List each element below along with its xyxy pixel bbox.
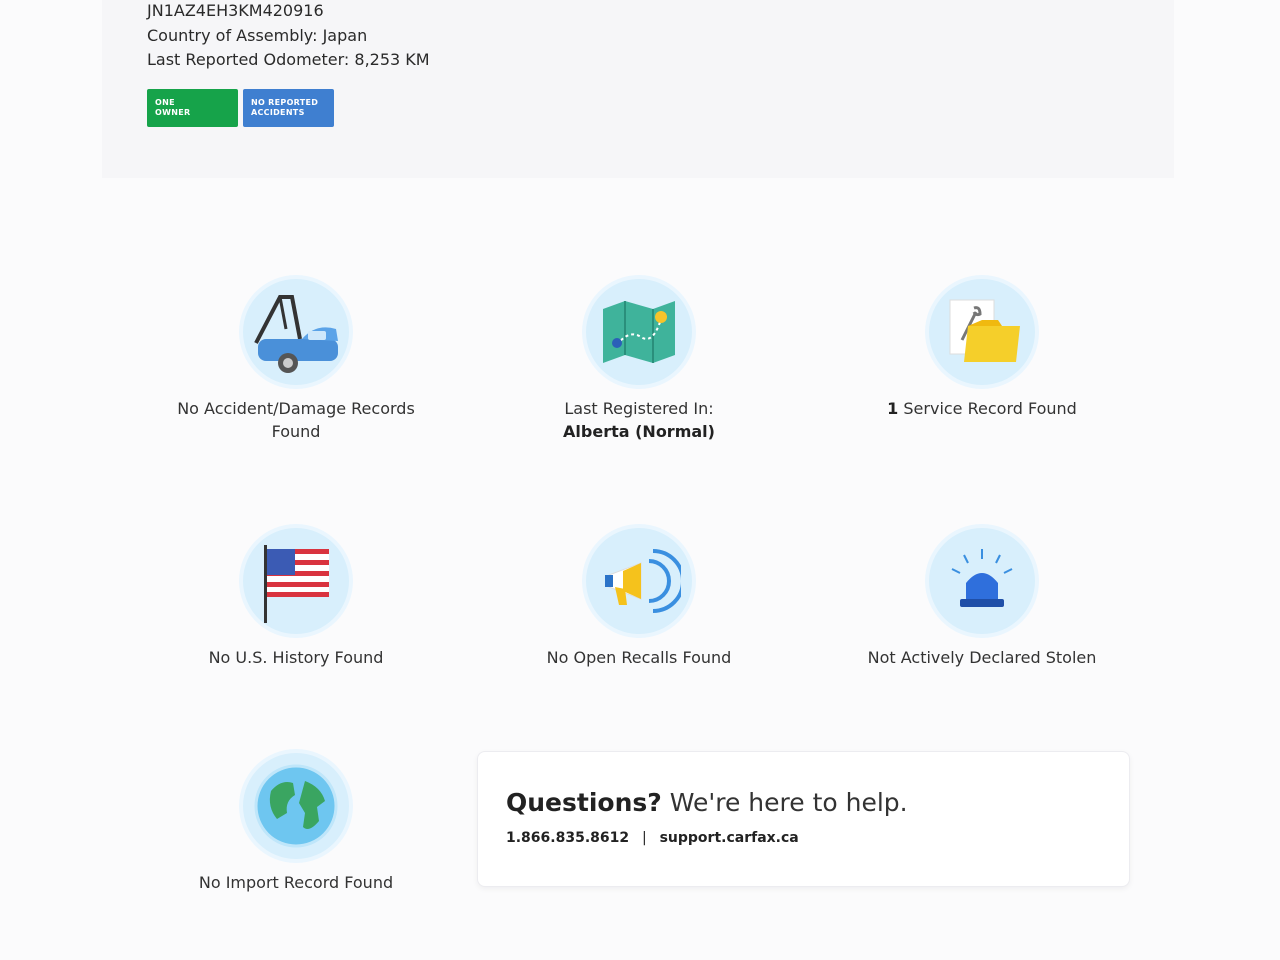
no-reported-accidents-badge[interactable]: NO REPORTED ACCIDENTS [243,89,334,127]
globe-icon [243,753,349,859]
us-flag-icon [243,528,349,634]
feature-stolen: Not Actively Declared Stolen [832,528,1132,669]
feature-label: No Accident/Damage Records [177,399,415,418]
feature-import: No Import Record Found [146,753,446,894]
vehicle-summary-panel: JN1AZ4EH3KM420916 Country of Assembly: J… [102,0,1174,178]
service-record-count: 1 [887,399,899,418]
separator: | [641,830,647,846]
siren-icon [929,528,1035,634]
last-reported-odometer: Last Reported Odometer: 8,253 KM [147,50,430,69]
support-email-link[interactable]: support.carfax.ca [660,830,799,846]
feature-recalls: No Open Recalls Found [489,528,789,669]
map-icon [586,279,692,385]
help-card: Questions? We're here to help. 1.866.835… [477,751,1130,887]
feature-accident: No Accident/Damage Records Found [146,279,446,443]
feature-registration: Last Registered In: Alberta (Normal) [489,279,789,443]
registration-province: Alberta (Normal) [563,422,715,441]
folder-wrench-icon [929,279,1035,385]
feature-label: Not Actively Declared Stolen [867,648,1097,667]
feature-us-history: No U.S. History Found [146,528,446,669]
badge-line: NO REPORTED [251,98,319,107]
phone-link[interactable]: 1.866.835.8612 [506,830,629,846]
tow-truck-icon [243,279,349,385]
feature-label: No Import Record Found [198,873,394,892]
feature-label: No U.S. History Found [208,648,384,667]
feature-service: 1 Service Record Found [832,279,1132,420]
feature-label: Found [271,422,321,441]
megaphone-icon [586,528,692,634]
feature-label: No Open Recalls Found [546,648,732,667]
country-of-assembly: Country of Assembly: Japan [147,26,368,45]
badge-line: OWNER [155,108,191,117]
badge-line: ONE [155,98,175,107]
one-owner-badge[interactable]: ONE OWNER [147,89,238,127]
vin-text: JN1AZ4EH3KM420916 [147,1,324,20]
feature-label: Service Record Found [903,399,1077,418]
feature-label: Last Registered In: [564,399,714,418]
help-title: Questions? We're here to help. [506,788,908,817]
help-contact: 1.866.835.8612 | support.carfax.ca [506,830,799,846]
badge-line: ACCIDENTS [251,108,305,117]
